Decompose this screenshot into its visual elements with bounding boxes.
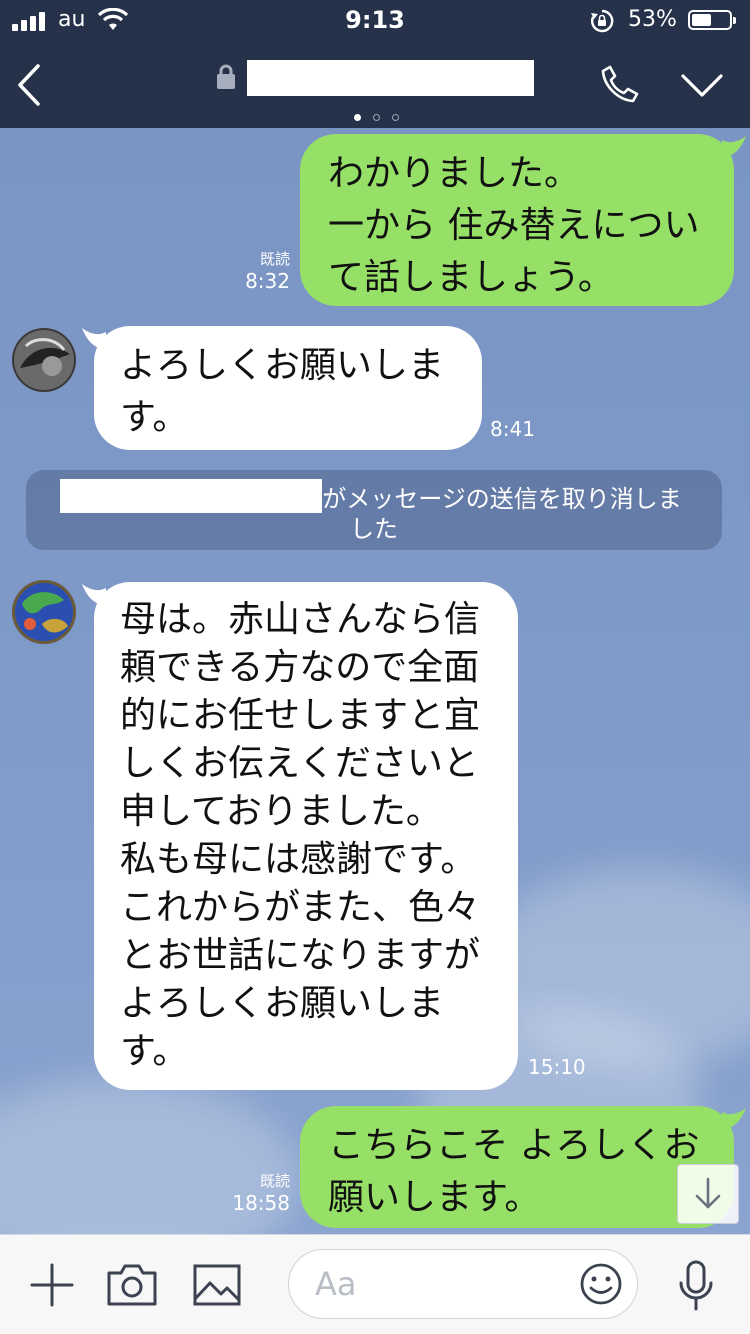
message-meta: 既読 8:32	[220, 250, 290, 294]
message-line: 願いします。	[328, 1177, 541, 1218]
message-time: 8:41	[490, 417, 535, 441]
avatar[interactable]	[12, 328, 76, 392]
message-meta: 既読 18:58	[216, 1172, 290, 1216]
battery-icon	[688, 10, 736, 30]
message-meta: 8:41	[490, 416, 550, 442]
battery-level	[692, 14, 712, 26]
page-dot	[373, 114, 380, 121]
phone-icon[interactable]	[600, 64, 640, 104]
message-line: わかりました。	[328, 153, 581, 194]
lock-icon	[217, 64, 235, 89]
message-input-bar	[0, 1234, 750, 1334]
battery-percent: 53%	[628, 7, 677, 32]
chat-title[interactable]	[247, 60, 534, 96]
message-line: しくお伝えくださいと	[120, 743, 479, 784]
message-time: 15:10	[528, 1055, 586, 1079]
message-time: 8:32	[245, 269, 290, 293]
their-message-bubble[interactable]: よろしくお願いしま す。	[94, 326, 482, 450]
camera-icon[interactable]	[106, 1263, 158, 1307]
unsent-notice: がメッセージの送信を取り消しま した	[26, 470, 722, 550]
message-line: て話しましょう。	[328, 257, 614, 298]
message-input[interactable]	[313, 1260, 557, 1308]
message-line: す。	[120, 397, 189, 438]
message-line: とお世話になりますが	[120, 935, 481, 976]
scroll-to-bottom-button[interactable]	[677, 1164, 739, 1224]
page-indicator	[348, 106, 405, 125]
message-line: 一から 住み替えについ	[328, 205, 700, 246]
message-line: こちらこそ よろしくお	[328, 1125, 700, 1166]
sender-name-hidden	[60, 479, 323, 513]
emoji-icon[interactable]	[579, 1262, 623, 1306]
page-dot	[392, 114, 399, 121]
message-line: これからがまた、色々	[120, 887, 481, 928]
avatar[interactable]	[12, 580, 76, 644]
their-message-bubble[interactable]: 母は。赤山さんなら信 頼できる方なので全面 的にお任せしますと宜 しくお伝えくだ…	[94, 582, 518, 1090]
rotation-lock-icon	[591, 9, 614, 33]
arrow-down-icon	[695, 1177, 721, 1209]
message-line: 申しておりました。	[120, 791, 442, 832]
read-receipt: 既読	[259, 250, 290, 268]
message-meta: 15:10	[528, 1054, 598, 1080]
bubble-tail	[722, 136, 746, 158]
read-receipt: 既読	[259, 1172, 290, 1190]
plus-icon[interactable]	[28, 1261, 76, 1309]
message-line: 的にお任せしますと宜	[120, 695, 481, 736]
message-line: よろしくお願いしま	[120, 345, 445, 386]
message-time: 18:58	[232, 1191, 290, 1215]
page-dot	[354, 114, 361, 121]
bubble-tail	[82, 584, 106, 606]
chevron-down-icon[interactable]	[680, 72, 724, 100]
message-line: す。	[120, 1031, 189, 1072]
chat-area[interactable]: わかりました。 一から 住み替えについ て話しましょう。 既読 8:32 よろし…	[0, 128, 750, 1234]
notice-text-continued: した	[350, 515, 398, 543]
message-line: よろしくお願いしま	[120, 983, 445, 1024]
microphone-icon[interactable]	[676, 1259, 716, 1313]
message-input-field[interactable]	[288, 1249, 638, 1319]
notice-text: がメッセージの送信を取り消しま	[322, 485, 682, 513]
image-icon[interactable]	[192, 1263, 242, 1307]
status-bar: au 9:13 53%	[0, 0, 750, 44]
bubble-tail	[722, 1108, 746, 1130]
bubble-tail	[82, 328, 106, 350]
top-bar: au 9:13 53%	[0, 0, 750, 128]
back-icon[interactable]	[14, 62, 44, 108]
message-line: 母は。赤山さんなら信	[120, 599, 481, 640]
message-line: 頼できる方なので全面	[120, 647, 480, 688]
my-message-bubble[interactable]: わかりました。 一から 住み替えについ て話しましょう。	[300, 134, 734, 306]
my-message-bubble[interactable]: こちらこそ よろしくお 願いします。	[300, 1106, 734, 1228]
message-line: 私も母には感謝です。	[120, 839, 477, 880]
